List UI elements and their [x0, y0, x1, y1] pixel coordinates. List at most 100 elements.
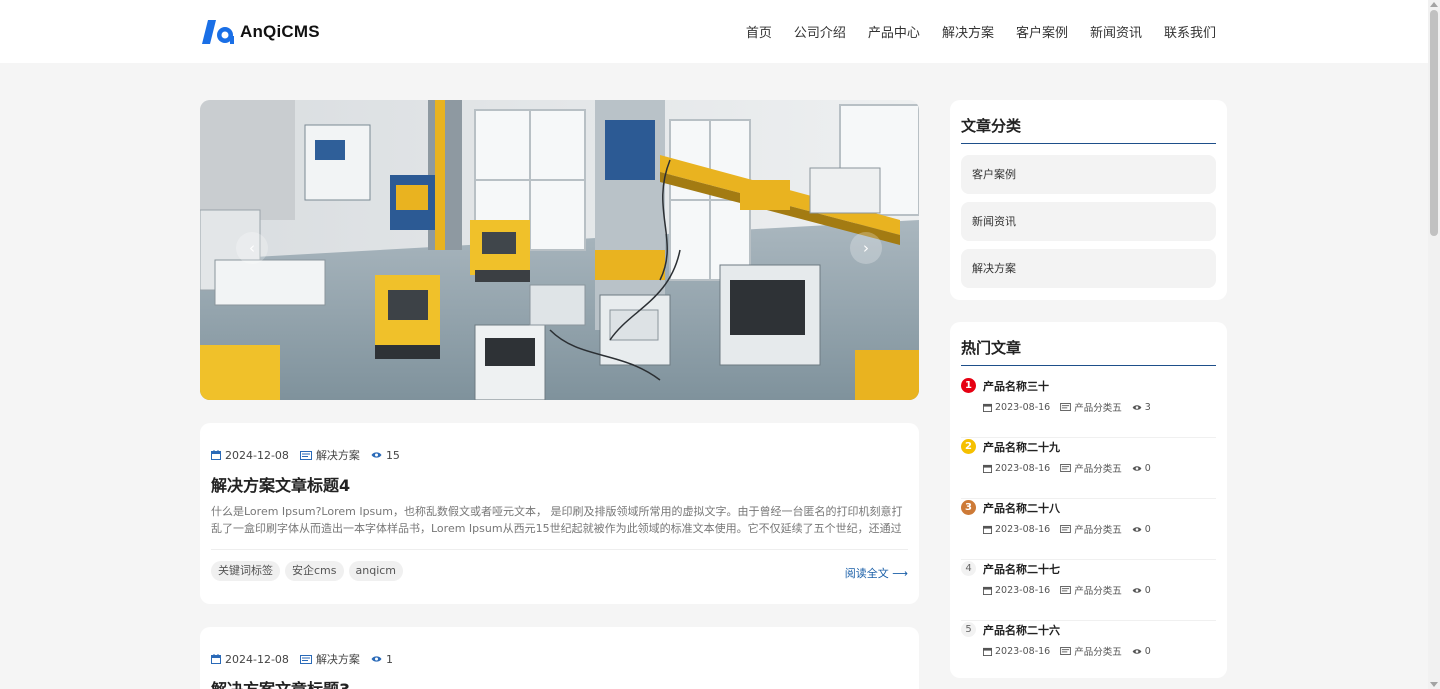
hot-article-date: 2023-08-16 — [995, 584, 1051, 596]
hot-article-date: 2023-08-16 — [995, 401, 1051, 413]
eye-icon — [1132, 587, 1142, 593]
hot-article-views: 0 — [1144, 645, 1151, 657]
hot-article-title[interactable]: 产品名称二十六 — [983, 622, 1060, 638]
article-views-text: 15 — [385, 448, 400, 462]
article-title[interactable]: 解决方案文章标题4 — [211, 472, 350, 496]
category-item[interactable]: 解决方案 — [961, 249, 1216, 288]
hot-article-item[interactable]: 1 产品名称三十 2023-08-16 产品分类五 3 — [961, 377, 1216, 438]
hot-article-item[interactable]: 2 产品名称二十九 2023-08-16 产品分类五 0 — [961, 438, 1216, 499]
hot-article-meta: 2023-08-16 产品分类五 0 — [983, 583, 1161, 597]
article-card: 2024-12-08 解决方案 15 解决方案文章标题4 什么是Lorem Ip… — [200, 423, 919, 604]
nav-home[interactable]: 首页 — [746, 22, 772, 41]
rank-badge: 3 — [961, 500, 976, 515]
hot-article-meta: 2023-08-16 产品分类五 0 — [983, 461, 1161, 475]
hot-article-views: 0 — [1144, 462, 1151, 474]
calendar-icon — [983, 464, 992, 473]
article-excerpt: 什么是Lorem Ipsum?Lorem Ipsum，也称乱数假文或者哑元文本，… — [211, 505, 903, 535]
calendar-icon — [983, 403, 992, 412]
article-date: 2024-12-08 — [211, 653, 289, 666]
logo-mark-icon — [202, 20, 234, 44]
article-views: 1 — [371, 653, 393, 666]
hot-article-meta: 2023-08-16 产品分类五 3 — [983, 400, 1161, 414]
article-category-text: 解决方案 — [315, 653, 360, 666]
banner-next-button[interactable]: › — [850, 232, 882, 264]
site-logo[interactable]: AnQiCMS — [201, 17, 320, 47]
logo-text: AnQiCMS — [240, 22, 320, 41]
banner-prev-button[interactable]: ‹ — [236, 232, 268, 264]
rank-badge: 1 — [961, 378, 976, 393]
category-item[interactable]: 新闻资讯 — [961, 202, 1216, 241]
nav-products[interactable]: 产品中心 — [868, 22, 920, 41]
article-date-text: 2024-12-08 — [225, 448, 289, 462]
category-icon — [1060, 647, 1072, 655]
article-views-text: 1 — [385, 652, 393, 666]
scroll-up-arrow-icon[interactable] — [1430, 2, 1438, 7]
nav-news[interactable]: 新闻资讯 — [1090, 22, 1142, 41]
eye-icon — [1132, 526, 1142, 532]
hot-article-date: 2023-08-16 — [995, 462, 1051, 474]
nav-solutions[interactable]: 解决方案 — [942, 22, 994, 41]
calendar-icon — [983, 586, 992, 595]
article-category[interactable]: 解决方案 — [299, 651, 360, 667]
hot-article-date: 2023-08-16 — [995, 645, 1051, 657]
hot-article-title[interactable]: 产品名称二十八 — [983, 500, 1060, 516]
hot-article-category: 产品分类五 — [1074, 647, 1122, 658]
article-tags: 关键词标签 安企cms anqicm — [211, 561, 408, 581]
divider — [211, 549, 908, 550]
tag-chip[interactable]: 安企cms — [285, 561, 344, 581]
eye-icon — [1132, 465, 1142, 471]
hot-article-item[interactable]: 3 产品名称二十八 2023-08-16 产品分类五 0 — [961, 499, 1216, 560]
article-date: 2024-12-08 — [211, 449, 289, 462]
eye-icon — [1132, 404, 1142, 410]
article-meta: 2024-12-08 解决方案 15 — [211, 447, 411, 463]
page-scrollbar[interactable] — [1428, 0, 1440, 689]
article-category-text: 解决方案 — [315, 449, 360, 462]
rank-badge: 2 — [961, 439, 976, 454]
hot-article-item[interactable]: 4 产品名称二十七 2023-08-16 产品分类五 0 — [961, 560, 1216, 621]
arrow-right-icon: ⟶ — [892, 567, 908, 580]
widget-title-rule — [961, 143, 1216, 144]
hot-article-title[interactable]: 产品名称二十七 — [983, 561, 1060, 577]
calendar-icon — [211, 450, 221, 460]
eye-icon — [1132, 648, 1142, 654]
article-views: 15 — [371, 449, 400, 462]
article-title[interactable]: 解决方案文章标题3 — [211, 676, 350, 689]
widget-title: 热门文章 — [961, 339, 1022, 357]
hot-article-title[interactable]: 产品名称三十 — [983, 378, 1049, 394]
hot-article-views: 0 — [1144, 523, 1151, 535]
calendar-icon — [983, 525, 992, 534]
calendar-icon — [211, 654, 221, 664]
category-icon — [299, 654, 312, 664]
hot-article-views: 0 — [1144, 584, 1151, 596]
hot-article-category: 产品分类五 — [1074, 525, 1122, 536]
hot-article-meta: 2023-08-16 产品分类五 0 — [983, 644, 1161, 658]
hot-article-date: 2023-08-16 — [995, 523, 1051, 535]
banner-slide-image[interactable] — [200, 100, 919, 400]
article-card: 2024-12-08 解决方案 1 解决方案文章标题3 — [200, 627, 919, 689]
nav-about[interactable]: 公司介绍 — [794, 22, 846, 41]
widget-title-rule — [961, 365, 1216, 366]
main-nav: 首页 公司介绍 产品中心 解决方案 客户案例 新闻资讯 联系我们 — [724, 22, 1216, 41]
nav-contact[interactable]: 联系我们 — [1164, 22, 1216, 41]
hot-article-meta: 2023-08-16 产品分类五 0 — [983, 522, 1161, 536]
tag-chip[interactable]: 关键词标签 — [211, 561, 280, 581]
category-icon — [1060, 403, 1072, 411]
category-icon — [1060, 586, 1072, 594]
scroll-down-arrow-icon[interactable] — [1430, 682, 1438, 687]
chevron-left-icon: ‹ — [249, 239, 255, 257]
article-category[interactable]: 解决方案 — [299, 447, 360, 463]
rank-badge: 5 — [961, 622, 976, 637]
tag-chip[interactable]: anqicm — [348, 561, 404, 581]
nav-cases[interactable]: 客户案例 — [1016, 22, 1068, 41]
scroll-thumb[interactable] — [1430, 10, 1438, 236]
hot-article-title[interactable]: 产品名称二十九 — [983, 439, 1060, 455]
hot-articles-widget: 热门文章 1 产品名称三十 2023-08-16 产品分类五 3 2 产品名称二… — [950, 322, 1227, 678]
category-icon — [1060, 464, 1072, 472]
hot-article-category: 产品分类五 — [1074, 403, 1122, 414]
category-icon — [1060, 525, 1072, 533]
category-item[interactable]: 客户案例 — [961, 155, 1216, 194]
widget-title: 文章分类 — [961, 117, 1022, 135]
hot-article-item[interactable]: 5 产品名称二十六 2023-08-16 产品分类五 0 — [961, 621, 1216, 682]
read-more-link[interactable]: 阅读全文 ⟶ — [845, 565, 908, 581]
hot-article-category: 产品分类五 — [1074, 464, 1122, 475]
